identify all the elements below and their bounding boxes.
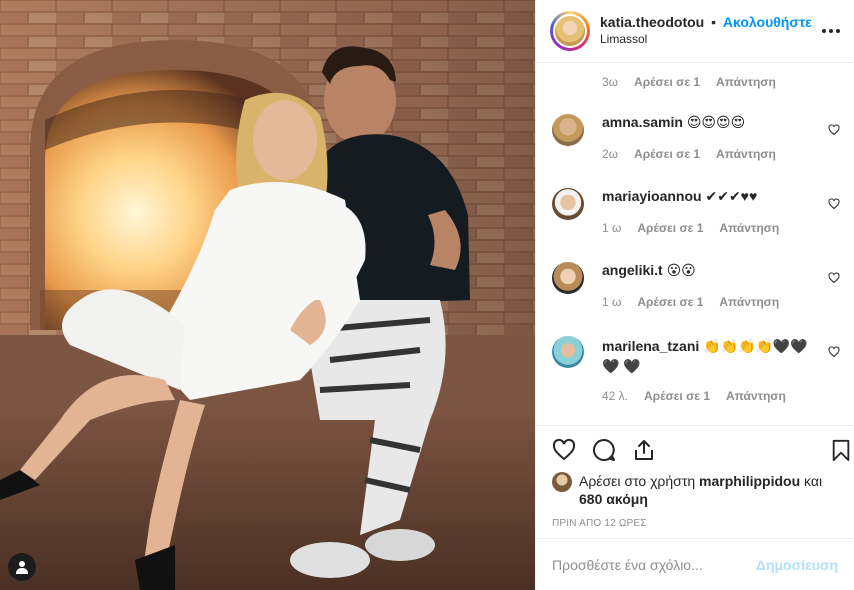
comment-body: angeliki.t 😮😮 1 ω Αρέσει σε 1 Απάντηση xyxy=(602,262,810,309)
more-dots-icon[interactable] xyxy=(822,22,840,40)
commenter-username[interactable]: angeliki.t xyxy=(602,262,663,278)
comment-time[interactable]: 2ω xyxy=(602,147,618,161)
comment-reply-button[interactable]: Απάντηση xyxy=(719,295,779,309)
post-comment-button[interactable]: Δημοσίευση xyxy=(756,557,838,573)
comment-time[interactable]: 3ω xyxy=(602,75,618,89)
likes-summary: Αρέσει στο χρήστη marphilippidou και 680… xyxy=(552,472,842,508)
comment-likes-count[interactable]: Αρέσει σε 1 xyxy=(644,386,710,406)
header-separator: • xyxy=(711,14,717,30)
commenter-avatar[interactable] xyxy=(552,262,584,294)
commenter-avatar[interactable] xyxy=(552,114,584,146)
person-icon xyxy=(16,561,28,574)
commenter-avatar[interactable] xyxy=(552,336,584,368)
post-side-panel: katia.theodotou • Ακολουθήστε Limassol 3… xyxy=(535,0,854,590)
comment-meta: 3ω Αρέσει σε 1 Απάντηση xyxy=(602,75,776,89)
author-info: katia.theodotou • Ακολουθήστε Limassol xyxy=(600,14,812,48)
comment-reply-button[interactable]: Απάντηση xyxy=(716,75,776,89)
share-icon[interactable] xyxy=(632,438,656,462)
likes-text: Αρέσει στο χρήστη marphilippidou και 680… xyxy=(552,472,842,508)
post-timestamp[interactable]: ΠΡΙΝ ΑΠΟ 12 ΩΡΕΣ xyxy=(552,518,647,529)
comment-meta: 42 λ. Αρέσει σε 1 Απάντηση xyxy=(602,386,810,406)
tagged-users-button[interactable] xyxy=(8,553,36,581)
comment-input[interactable] xyxy=(552,556,756,573)
comment-text: ✔✔✔♥♥ xyxy=(705,188,758,204)
comment-likes-count[interactable]: Αρέσει σε 1 xyxy=(637,221,703,235)
comment-time[interactable]: 1 ω xyxy=(602,295,621,309)
comment-bubble-icon[interactable] xyxy=(592,438,616,462)
comment-like-heart-icon[interactable] xyxy=(828,124,840,136)
bookmark-icon[interactable] xyxy=(830,438,852,462)
comment-body: mariayioannou ✔✔✔♥♥ 1 ω Αρέσει σε 1 Απάν… xyxy=(602,188,810,235)
comment-like-heart-icon[interactable] xyxy=(828,272,840,284)
likes-count-link[interactable]: 680 ακόμη xyxy=(579,491,648,507)
commenter-username[interactable]: marilena_tzani xyxy=(602,338,699,354)
likes-prefix: Αρέσει στο χρήστη xyxy=(579,473,696,489)
likes-conjunction: και xyxy=(804,473,823,489)
post-actions-section: Αρέσει στο χρήστη marphilippidou και 680… xyxy=(536,425,854,529)
follow-button[interactable]: Ακολουθήστε xyxy=(723,14,812,30)
comment-likes-count[interactable]: Αρέσει σε 1 xyxy=(637,295,703,309)
comment-meta: 2ω Αρέσει σε 1 Απάντηση xyxy=(602,147,810,161)
action-bar xyxy=(536,426,854,474)
comment-meta: 1 ω Αρέσει σε 1 Απάντηση xyxy=(602,221,810,235)
comment-text: 😮😮 xyxy=(666,262,696,278)
comment-body: amna.samin 😍😍😍😍 2ω Αρέσει σε 1 Απάντηση xyxy=(602,114,810,161)
post-photo-illustration xyxy=(0,0,535,590)
comments-list[interactable]: 3ω Αρέσει σε 1 Απάντηση amna.samin 😍😍😍😍 … xyxy=(536,63,854,425)
comment-body: marilena_tzani 👏👏👏👏🖤🖤🖤 🖤 42 λ. Αρέσει σε… xyxy=(602,336,810,406)
add-comment-bar: Δημοσίευση xyxy=(536,538,854,590)
comment-time[interactable]: 42 λ. xyxy=(602,386,628,406)
comment-like-heart-icon[interactable] xyxy=(828,346,840,358)
author-username-link[interactable]: katia.theodotou xyxy=(600,14,704,30)
author-avatar-story-ring[interactable] xyxy=(550,11,590,51)
liker-username-link[interactable]: marphilippidou xyxy=(699,473,800,489)
post-photo[interactable] xyxy=(0,0,535,590)
author-avatar xyxy=(553,14,587,48)
commenter-avatar[interactable] xyxy=(552,188,584,220)
liker-avatar[interactable] xyxy=(552,472,572,492)
comment-reply-button[interactable]: Απάντηση xyxy=(719,221,779,235)
post-header: katia.theodotou • Ακολουθήστε Limassol xyxy=(536,0,854,63)
comment-likes-count[interactable]: Αρέσει σε 1 xyxy=(634,75,700,89)
comment-like-heart-icon[interactable] xyxy=(828,198,840,210)
author-line: katia.theodotou • Ακολουθήστε xyxy=(600,14,812,31)
heart-icon[interactable] xyxy=(552,438,576,462)
comment-reply-button[interactable]: Απάντηση xyxy=(716,147,776,161)
comment-meta: 1 ω Αρέσει σε 1 Απάντηση xyxy=(602,295,810,309)
comment-likes-count[interactable]: Αρέσει σε 1 xyxy=(634,147,700,161)
comment-text: 😍😍😍😍 xyxy=(686,114,746,130)
commenter-username[interactable]: mariayioannou xyxy=(602,188,702,204)
comment-time[interactable]: 1 ω xyxy=(602,221,621,235)
comment-reply-button[interactable]: Απάντηση xyxy=(726,386,786,406)
location-link[interactable]: Limassol xyxy=(600,31,812,48)
commenter-username[interactable]: amna.samin xyxy=(602,114,683,130)
